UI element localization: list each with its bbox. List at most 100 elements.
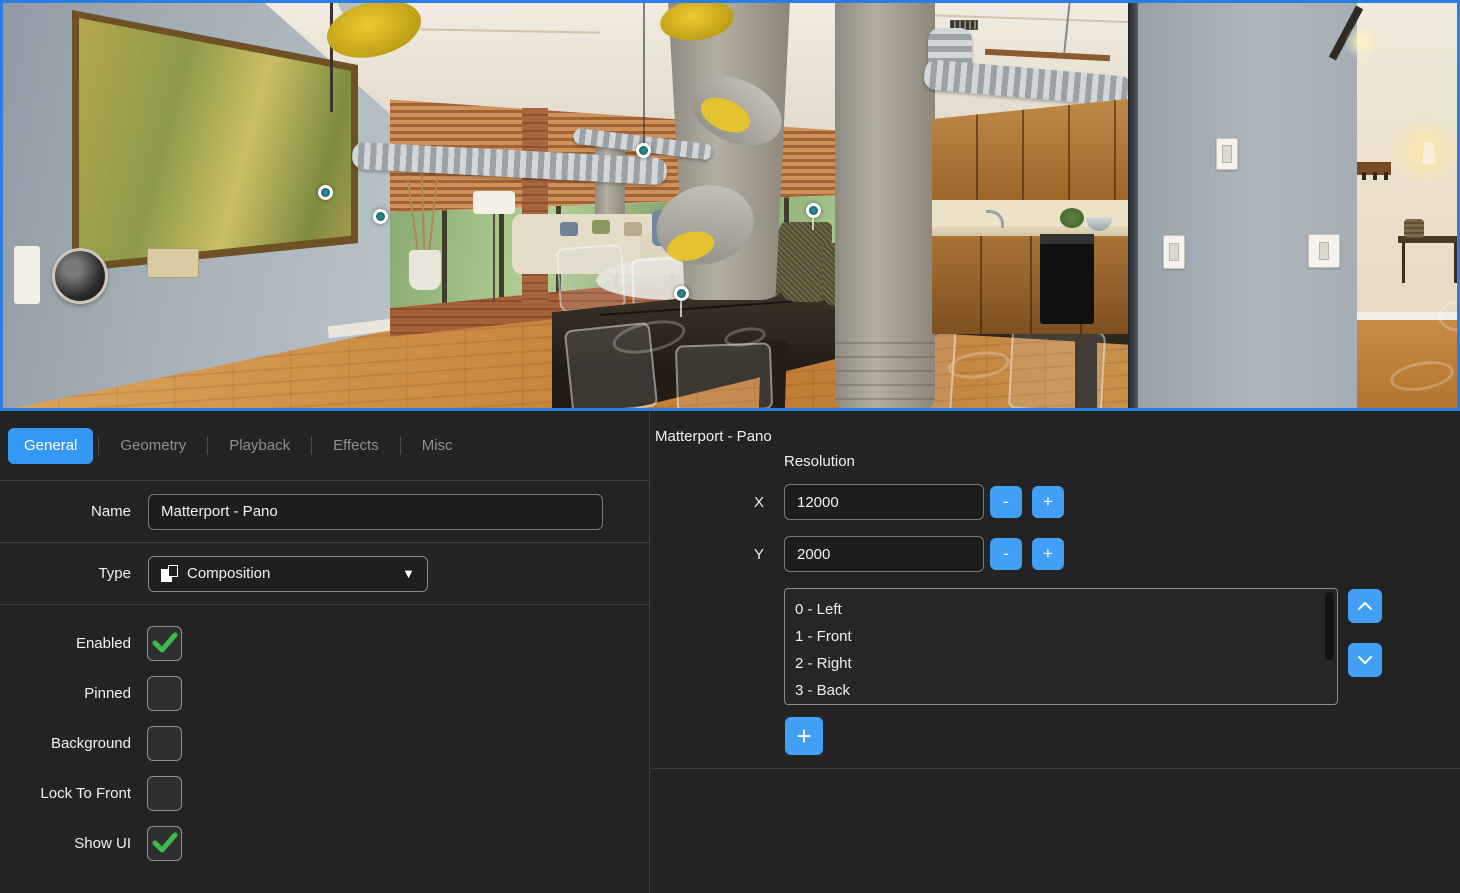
lamp-cord — [643, 0, 645, 148]
background-label: Background — [0, 735, 131, 752]
y-decrement-button[interactable]: - — [990, 538, 1022, 570]
background-checkbox[interactable] — [147, 726, 182, 761]
enabled-row: Enabled — [0, 618, 649, 668]
list-scrollbar[interactable] — [1325, 592, 1334, 701]
chevron-up-icon — [1357, 601, 1373, 611]
tab-effects[interactable]: Effects — [312, 437, 400, 454]
track-light-glow — [1344, 24, 1380, 60]
lock-to-front-checkbox[interactable] — [147, 776, 182, 811]
control-point-stem — [680, 301, 682, 317]
coat-hook — [1362, 172, 1366, 180]
ghost-chair — [556, 244, 626, 312]
type-dropdown-value: Composition — [187, 565, 270, 582]
coat-hook — [1384, 172, 1388, 180]
type-label: Type — [0, 565, 131, 582]
concrete-column-foreground — [835, 0, 935, 411]
tab-general[interactable]: General — [8, 428, 93, 464]
list-item[interactable]: 3 - Back — [795, 677, 1337, 704]
list-item[interactable]: 0 - Left — [795, 596, 1337, 623]
x-decrement-button[interactable]: - — [990, 486, 1022, 518]
resolution-y-input[interactable] — [784, 536, 984, 572]
floor-lamp-shade — [473, 191, 515, 214]
control-point[interactable] — [806, 203, 821, 218]
type-dropdown[interactable]: Composition ▼ — [148, 556, 428, 592]
control-point[interactable] — [373, 209, 388, 224]
ghost-chair — [675, 342, 773, 411]
wall-plate — [14, 246, 40, 304]
phone-jack — [1216, 138, 1238, 170]
control-point-stem — [812, 218, 814, 230]
control-point[interactable] — [674, 286, 689, 301]
gray-partition-wall — [1138, 0, 1357, 411]
tab-geometry[interactable]: Geometry — [99, 437, 207, 454]
checkbox-group: Enabled Pinned Background Lock To Front … — [0, 605, 649, 868]
light-switch-double — [1308, 234, 1340, 268]
move-up-button[interactable] — [1348, 589, 1382, 623]
coat-rack — [1357, 162, 1391, 175]
tab-misc[interactable]: Misc — [401, 437, 474, 454]
application-window: General Geometry Playback Effects Misc N… — [0, 0, 1460, 893]
inspector-tab-bar: General Geometry Playback Effects Misc — [0, 411, 649, 481]
control-point[interactable] — [318, 185, 333, 200]
woven-basket — [1404, 219, 1424, 238]
name-input[interactable] — [148, 494, 603, 530]
thermostat — [52, 248, 108, 304]
ghost-chair — [1008, 328, 1106, 411]
lock-to-front-label: Lock To Front — [0, 785, 131, 802]
chevron-down-icon — [1357, 655, 1373, 665]
pinned-row: Pinned — [0, 668, 649, 718]
show-ui-row: Show UI — [0, 818, 649, 868]
floor-lamp-pole — [493, 214, 495, 300]
pillow — [592, 220, 610, 234]
enabled-label: Enabled — [0, 635, 131, 652]
list-scrollbar-thumb[interactable] — [1325, 592, 1334, 660]
x-label: X — [734, 494, 764, 511]
pillow — [624, 222, 642, 236]
coat-hook — [1373, 172, 1377, 180]
type-field-row: Type Composition ▼ — [0, 543, 649, 605]
composition-icon — [161, 565, 179, 583]
pinned-label: Pinned — [0, 685, 131, 702]
pillow — [560, 222, 578, 236]
section-divider — [650, 768, 1460, 769]
show-ui-label: Show UI — [0, 835, 131, 852]
name-label: Name — [0, 503, 131, 520]
layer-list[interactable]: 0 - Left 1 - Front 2 - Right 3 - Back — [784, 588, 1338, 705]
bench-leg — [1454, 243, 1457, 283]
control-point[interactable] — [636, 143, 651, 158]
enabled-checkbox[interactable] — [147, 626, 182, 661]
potted-plant — [1060, 208, 1084, 228]
resolution-x-input[interactable] — [784, 484, 984, 520]
light-switch-single — [1163, 235, 1185, 269]
inspector-panel: General Geometry Playback Effects Misc N… — [0, 411, 649, 893]
wall-corner-edge — [1128, 0, 1138, 411]
name-field-row: Name — [0, 481, 649, 543]
background-row: Background — [0, 718, 649, 768]
column-texture-bands — [835, 330, 935, 411]
y-label: Y — [734, 546, 764, 563]
show-ui-checkbox[interactable] — [147, 826, 182, 861]
planter-vase — [409, 250, 441, 290]
list-item[interactable]: 2 - Right — [795, 650, 1337, 677]
add-layer-button[interactable]: + — [785, 717, 823, 755]
brick-pier — [522, 108, 548, 304]
chevron-down-icon: ▼ — [402, 566, 415, 581]
hanging-rod — [330, 0, 333, 112]
checkmark-icon — [152, 632, 178, 654]
move-down-button[interactable] — [1348, 643, 1382, 677]
viewer-canvas[interactable] — [0, 0, 1460, 411]
checkmark-icon — [152, 832, 178, 854]
dishwasher — [1040, 234, 1094, 324]
tab-playback[interactable]: Playback — [208, 437, 311, 454]
resolution-label: Resolution — [784, 453, 855, 470]
list-item[interactable]: 1 - Front — [795, 623, 1337, 650]
properties-panel: Matterport - Pano Resolution X - + Y - +… — [650, 411, 1460, 893]
light-switch-panel — [147, 248, 199, 278]
kitchen-lower-cabinets — [932, 236, 1132, 334]
y-increment-button[interactable]: + — [1032, 538, 1064, 570]
pinned-checkbox[interactable] — [147, 676, 182, 711]
bench-leg — [1402, 243, 1405, 283]
properties-title: Matterport - Pano — [655, 428, 772, 445]
x-increment-button[interactable]: + — [1032, 486, 1064, 518]
lock-to-front-row: Lock To Front — [0, 768, 649, 818]
